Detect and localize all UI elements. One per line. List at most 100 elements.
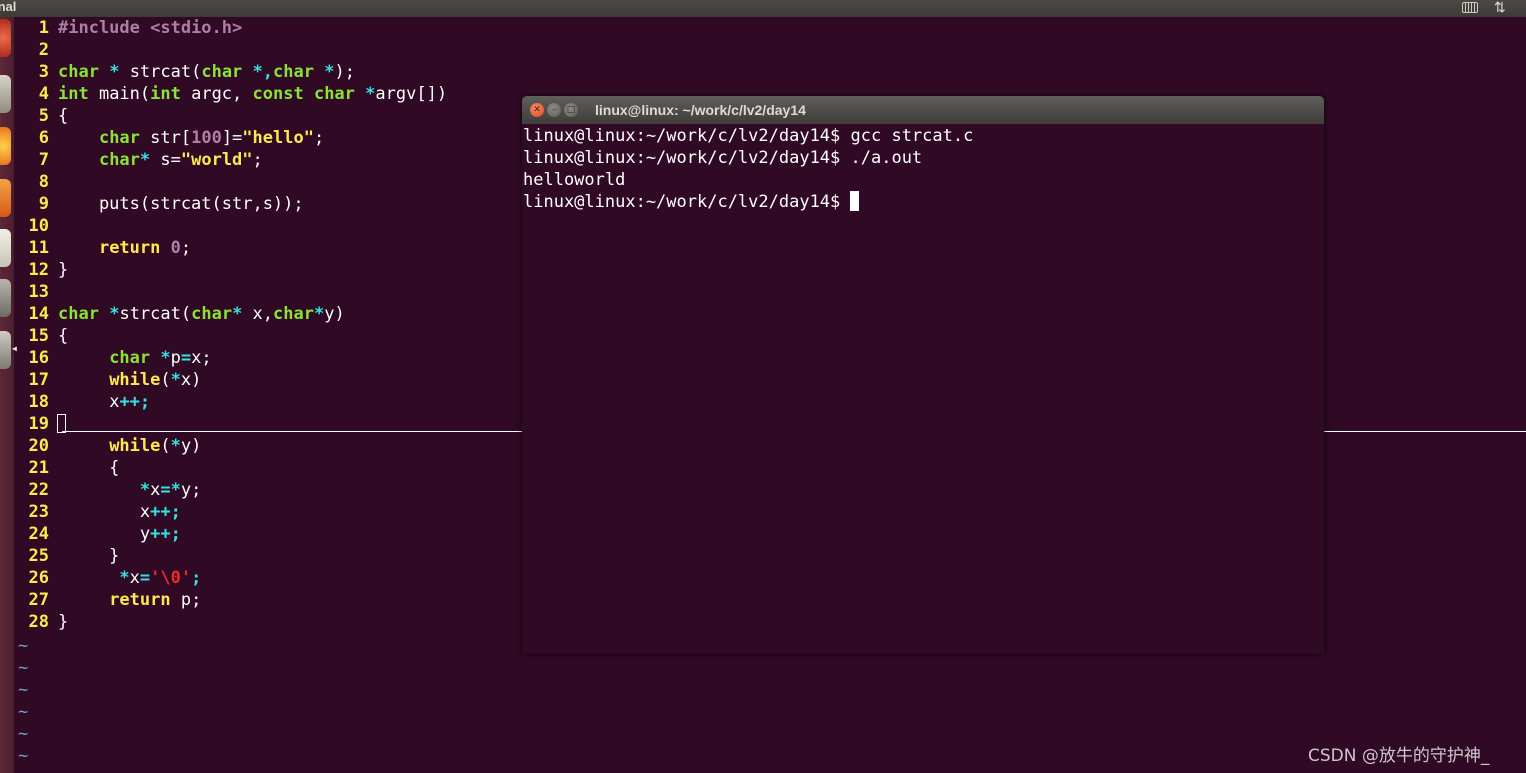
code-text: str[ bbox=[139, 128, 192, 148]
line-number: 19 bbox=[28, 414, 49, 434]
code-line: 25 } bbox=[18, 545, 120, 567]
code-line: 13 bbox=[18, 281, 58, 303]
line-number: 4 bbox=[38, 84, 49, 104]
number-token: 100 bbox=[191, 128, 222, 148]
code-text: } bbox=[58, 612, 69, 632]
operator-token: ; bbox=[139, 392, 151, 412]
code-line: 1 #include <stdio.h> bbox=[18, 17, 243, 39]
code-text: y) bbox=[180, 436, 202, 456]
code-line: 4 int main(int argc, const char *argv[]) bbox=[18, 83, 447, 105]
firefox-icon[interactable] bbox=[0, 127, 11, 165]
dash-home-icon[interactable] bbox=[0, 19, 11, 57]
code-text: y) bbox=[324, 304, 345, 324]
empty-line-marker: ~ bbox=[18, 636, 29, 656]
operator-token: * bbox=[324, 62, 335, 82]
terminal-titlebar[interactable]: ✕ – □ linux@linux: ~/work/c/lv2/day14 bbox=[522, 96, 1324, 124]
code-text: ; bbox=[180, 238, 192, 258]
empty-line-marker: ~ bbox=[18, 680, 29, 700]
code-text: ( bbox=[160, 436, 171, 456]
number-token: 0 bbox=[170, 238, 181, 258]
keyword-token: while bbox=[109, 370, 161, 390]
files-icon[interactable] bbox=[0, 75, 11, 113]
line-number: 6 bbox=[38, 128, 49, 148]
code-text: { bbox=[58, 326, 69, 346]
maximize-button[interactable]: □ bbox=[564, 103, 578, 117]
code-text: puts(strcat(str,s)); bbox=[58, 194, 304, 214]
code-line: 12} bbox=[18, 259, 69, 281]
code-line: 2 bbox=[18, 39, 58, 61]
code-text: x bbox=[129, 568, 140, 588]
code-text: ( bbox=[160, 370, 171, 390]
terminal-prompt-line: linux@linux:~/work/c/lv2/day14$ bbox=[523, 191, 860, 213]
code-text: ]= bbox=[221, 128, 243, 148]
code-line: 7 char* s="world"; bbox=[18, 149, 263, 171]
minimize-button[interactable]: – bbox=[547, 103, 561, 117]
close-button[interactable]: ✕ bbox=[530, 103, 544, 117]
code-line: 17 while(*x) bbox=[18, 369, 202, 391]
line-number: 14 bbox=[28, 304, 49, 324]
software-center-icon[interactable] bbox=[0, 179, 11, 217]
string-token: "world" bbox=[180, 150, 253, 170]
code-text: ); bbox=[334, 62, 355, 82]
code-text: main( bbox=[88, 84, 151, 104]
code-line: 19 bbox=[18, 413, 58, 435]
operator-token: ++ bbox=[150, 524, 171, 544]
code-text: argc, bbox=[180, 84, 253, 104]
line-number: 17 bbox=[28, 370, 49, 390]
code-text: argv[]) bbox=[375, 84, 448, 104]
empty-line-marker: ~ bbox=[18, 702, 29, 722]
code-line: 8 bbox=[18, 171, 58, 193]
line-number: 23 bbox=[28, 502, 49, 522]
vim-cursor bbox=[57, 414, 66, 433]
terminal-app-icon[interactable] bbox=[0, 331, 11, 369]
code-text: } bbox=[58, 260, 69, 280]
code-line: 22 *x=*y; bbox=[18, 479, 202, 501]
terminal-output[interactable]: linux@linux:~/work/c/lv2/day14$ gcc strc… bbox=[523, 124, 1323, 654]
operator-token: * bbox=[160, 348, 171, 368]
code-text: x bbox=[109, 392, 120, 412]
code-line: 27 return p; bbox=[18, 589, 202, 611]
code-text: x, bbox=[242, 304, 274, 324]
line-number: 13 bbox=[28, 282, 49, 302]
code-text: { bbox=[58, 458, 120, 478]
type-token: char bbox=[58, 62, 99, 82]
line-number: 7 bbox=[38, 150, 49, 170]
unity-launcher: ◀ bbox=[0, 17, 17, 773]
terminal-line: linux@linux:~/work/c/lv2/day14$ ./a.out bbox=[523, 148, 923, 168]
line-number: 10 bbox=[28, 216, 49, 236]
operator-token: ++ bbox=[150, 502, 171, 522]
code-line: 10 bbox=[18, 215, 58, 237]
operator-token: * bbox=[170, 370, 181, 390]
code-text: x bbox=[150, 480, 161, 500]
settings-gear-icon[interactable] bbox=[0, 279, 11, 317]
office-document-icon[interactable] bbox=[0, 229, 11, 267]
code-line: 28} bbox=[18, 611, 69, 633]
line-number: 24 bbox=[28, 524, 49, 544]
operator-token: * bbox=[109, 62, 120, 82]
network-arrows-icon[interactable]: ⇅ bbox=[1494, 0, 1506, 16]
keyword-token: return bbox=[98, 238, 161, 258]
code-text: x; bbox=[191, 348, 212, 368]
code-line: 21 { bbox=[18, 457, 120, 479]
line-number: 1 bbox=[38, 18, 49, 38]
terminal-window[interactable]: ✕ – □ linux@linux: ~/work/c/lv2/day14 li… bbox=[522, 96, 1324, 654]
operator-token: = bbox=[180, 348, 192, 368]
code-line: 18 x++; bbox=[18, 391, 151, 413]
line-number: 9 bbox=[38, 194, 49, 214]
keyboard-icon[interactable] bbox=[1462, 2, 1478, 13]
code-text: p bbox=[170, 348, 181, 368]
empty-line-marker: ~ bbox=[18, 658, 29, 678]
code-line: 23 x++; bbox=[18, 501, 181, 523]
operator-token: * bbox=[313, 304, 325, 324]
